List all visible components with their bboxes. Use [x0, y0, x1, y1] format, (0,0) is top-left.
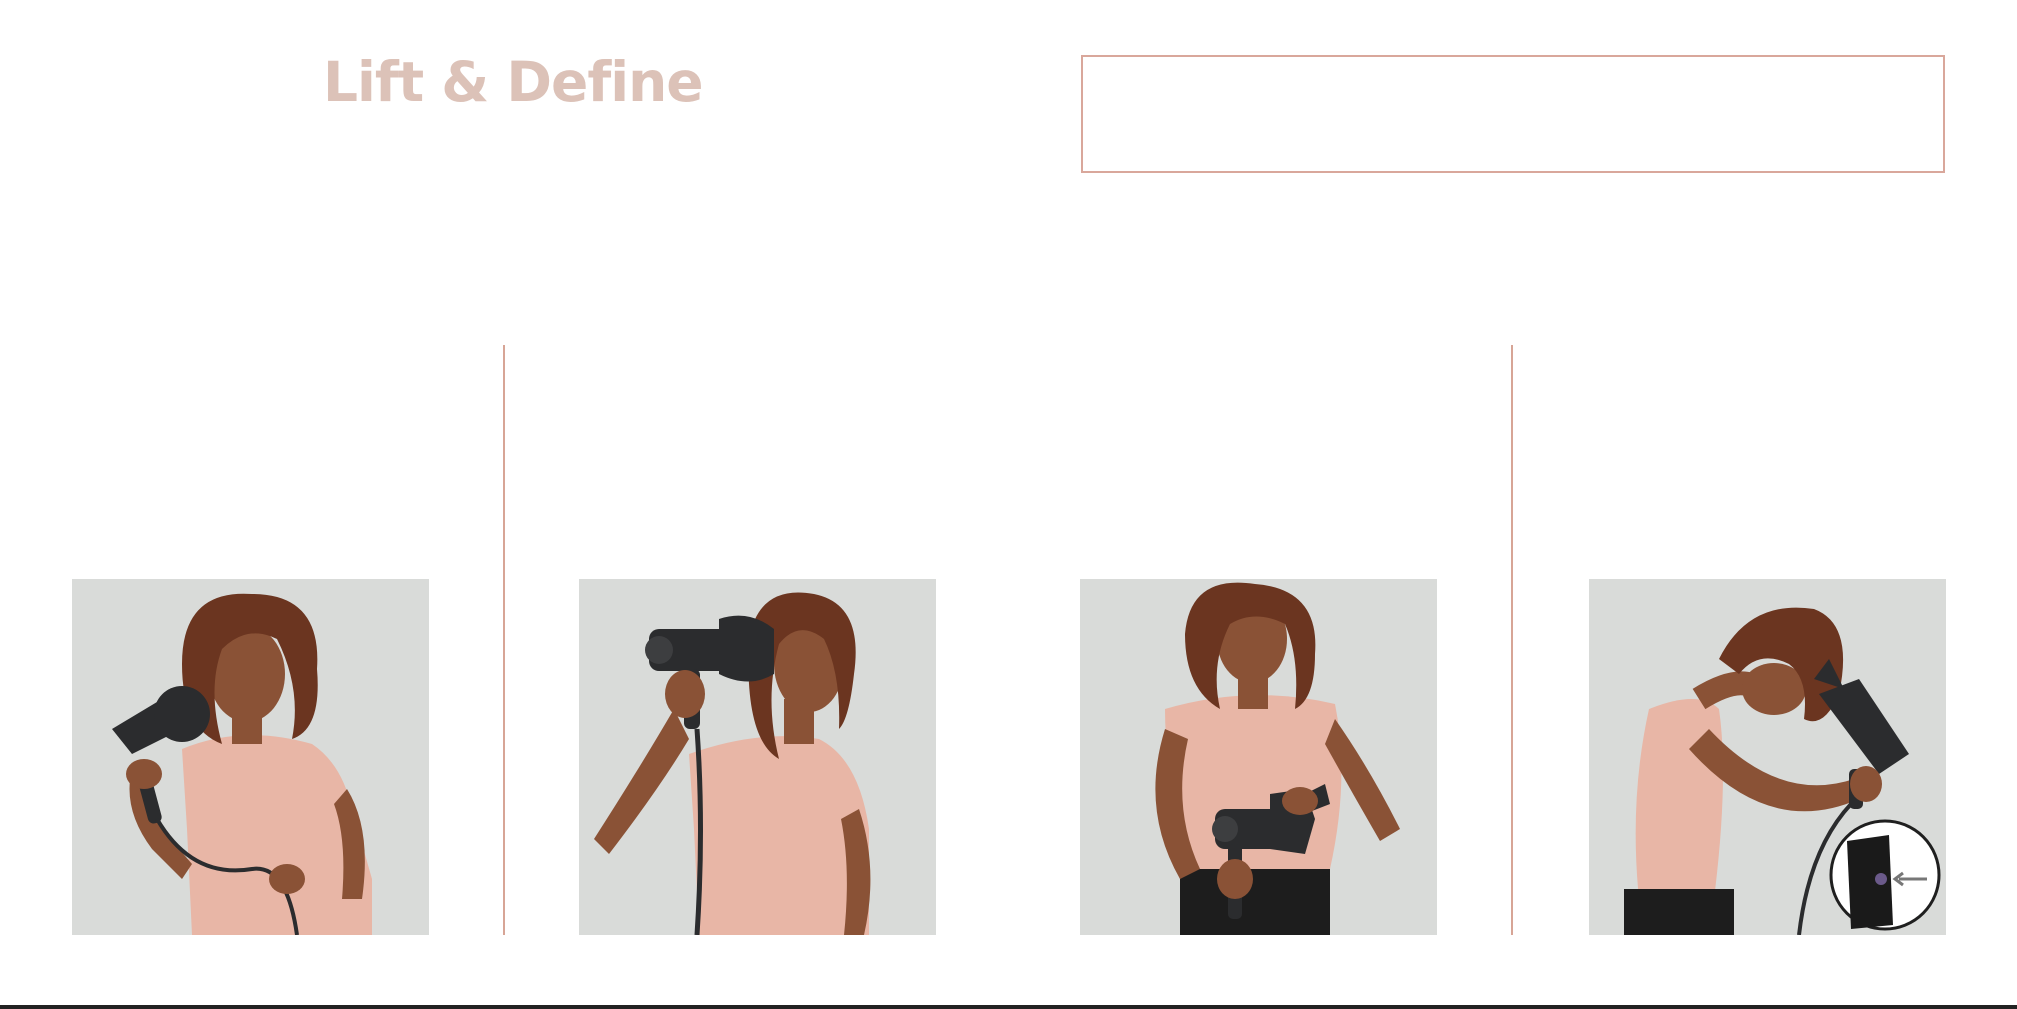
- column-divider: [503, 345, 505, 935]
- person-diffusing-hair-side-photo: [72, 579, 429, 935]
- callout-box: [1081, 55, 1945, 173]
- step-photo-3: [1080, 579, 1437, 935]
- column-divider: [1511, 345, 1513, 935]
- step-photo-2: [579, 579, 936, 935]
- person-diffusing-hair-upside-down-photo: [1589, 579, 1946, 935]
- person-drying-hair-raised-arm-photo: [579, 579, 936, 935]
- person-attaching-diffuser-photo: [1080, 579, 1437, 935]
- page: Lift & Define: [0, 0, 2017, 1009]
- page-edge-rule: [0, 1005, 2017, 1009]
- step-photo-1: [72, 579, 429, 935]
- step-photo-4: [1589, 579, 1946, 935]
- attachment-release-button-detail-icon: [1829, 819, 1941, 931]
- page-title: Lift & Define: [323, 50, 704, 114]
